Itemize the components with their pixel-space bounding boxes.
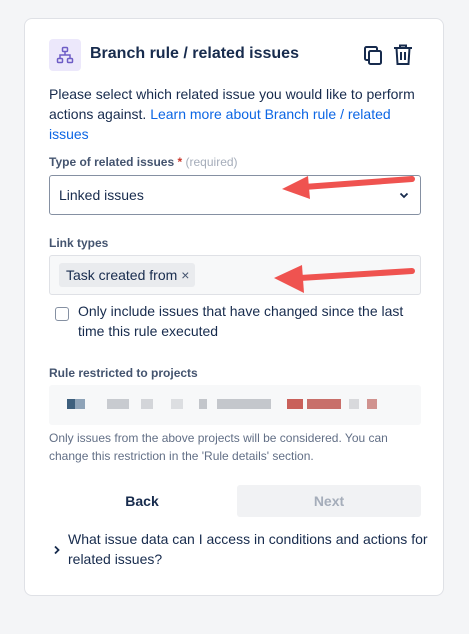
link-type-tag: Task created from × [59,263,196,287]
trash-icon [394,44,412,65]
chevron-right-icon [54,545,60,555]
remove-tag-button[interactable]: × [181,267,189,283]
link-types-label: Link types [49,236,109,250]
projects-helper-text: Only issues from the above projects will… [49,431,388,463]
branch-icon [49,39,81,71]
related-type-value: Linked issues [59,187,144,203]
related-type-select[interactable]: Linked issues [49,175,421,215]
changed-only-label: Only include issues that have changed si… [78,303,404,339]
changed-only-checkbox[interactable] [55,307,69,321]
link-types-select[interactable]: Task created from × [49,255,421,295]
projects-label: Rule restricted to projects [49,366,198,380]
related-type-label-text: Type of related issues [49,155,175,169]
next-button: Next [237,485,421,517]
copy-icon [364,46,382,65]
panel-title: Branch rule / related issues [90,45,299,62]
delete-button[interactable] [391,42,415,68]
panel-header: Branch rule / related issues [49,39,419,71]
link-type-tag-label: Task created from [66,267,178,283]
chevron-down-icon [399,192,409,199]
required-star: * [177,155,183,169]
branch-rule-panel: Branch rule / related issues Please sele… [24,18,444,596]
copy-button[interactable] [361,42,385,68]
required-note: (required) [185,155,238,169]
back-button[interactable]: Back [49,485,235,517]
faq-expander[interactable]: What issue data can I access in conditio… [68,529,428,569]
related-type-label: Type of related issues * (required) [49,155,238,169]
projects-field-redacted [49,385,421,425]
panel-description: Please select which related issue you wo… [49,84,421,144]
